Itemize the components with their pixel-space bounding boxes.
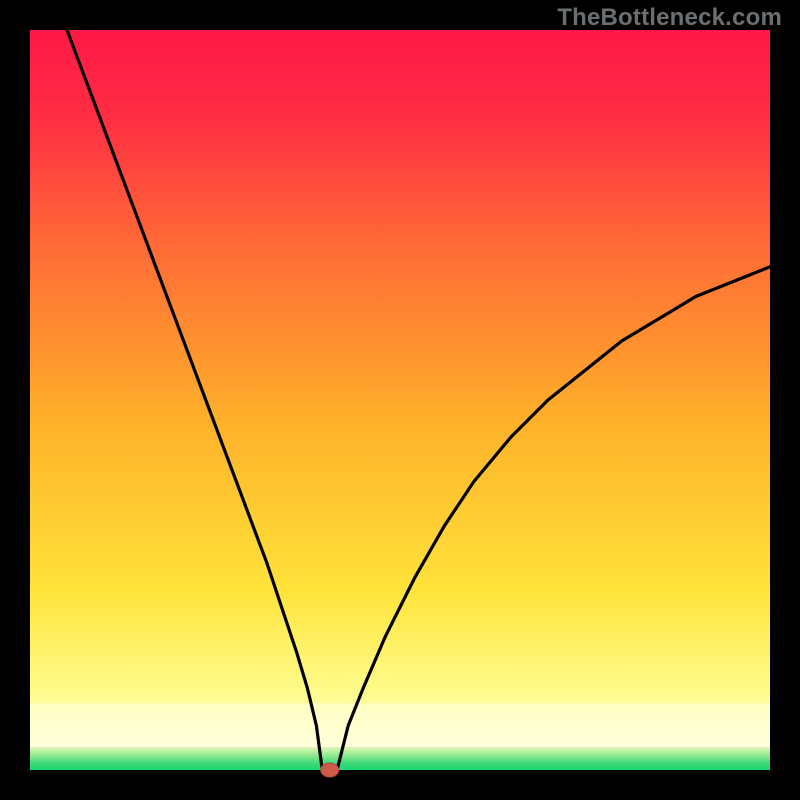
plot-area [30, 30, 770, 777]
optimal-marker [321, 763, 339, 777]
chart-frame: TheBottleneck.com [0, 0, 800, 800]
bottleneck-chart [0, 0, 800, 800]
watermark-text: TheBottleneck.com [557, 4, 782, 32]
